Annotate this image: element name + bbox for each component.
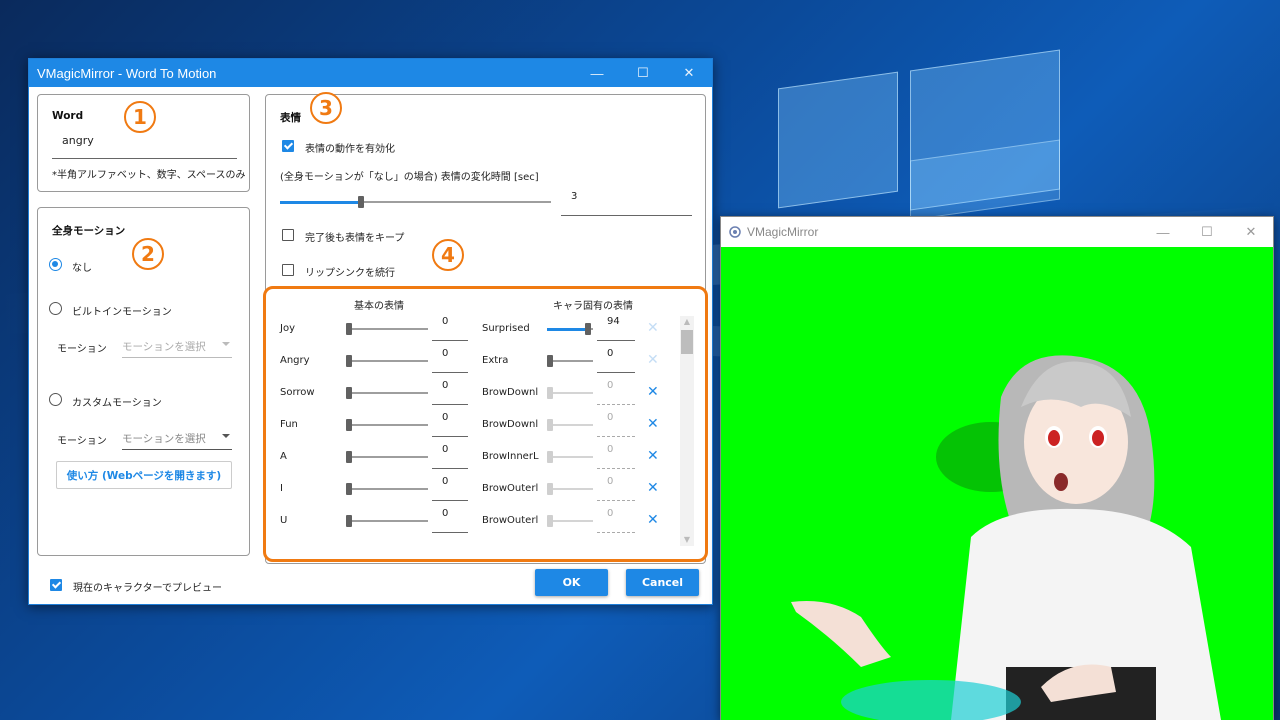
keep-expression-checkbox[interactable] xyxy=(282,229,294,241)
transition-time-slider[interactable] xyxy=(280,196,551,208)
vmagicmirror-window: VMagicMirror — ☐ ✕ xyxy=(720,216,1274,720)
avatar-character xyxy=(791,355,1221,720)
builtin-motion-select[interactable]: モーションを選択 xyxy=(122,338,232,358)
preview-maximize-button[interactable]: ☐ xyxy=(1185,224,1229,240)
app-logo-icon xyxy=(729,226,741,238)
preview-window-title: VMagicMirror xyxy=(747,225,819,239)
radio-builtin-label: ビルトインモーション xyxy=(72,307,172,318)
annotation-marker-3: 3 xyxy=(310,92,342,124)
maximize-button[interactable]: ☐ xyxy=(620,65,666,81)
word-panel-title: Word xyxy=(52,110,84,122)
transition-time-label: (全身モーションが「なし」の場合) 表情の変化時間 [sec] xyxy=(280,172,539,183)
windows-logo xyxy=(778,71,898,209)
lipsync-checkbox[interactable] xyxy=(282,264,294,276)
annotation-marker-1: 1 xyxy=(124,101,156,133)
radio-none-label: なし xyxy=(72,263,92,274)
enable-expression-label: 表情の動作を有効化 xyxy=(305,144,395,155)
close-button[interactable]: ✕ xyxy=(666,65,712,81)
dialog-title: VMagicMirror - Word To Motion xyxy=(37,65,217,81)
preview-minimize-button[interactable]: — xyxy=(1141,225,1185,240)
word-input[interactable]: angry xyxy=(52,131,237,159)
keep-expression-label: 完了後も表情をキープ xyxy=(305,233,405,244)
custom-motion-select[interactable]: モーションを選択 xyxy=(122,430,232,450)
motion-panel-title: 全身モーション xyxy=(52,225,126,237)
ok-button[interactable]: OK xyxy=(535,569,608,596)
slider-thumb[interactable] xyxy=(358,196,364,208)
radio-custom-label: カスタムモーション xyxy=(72,398,162,409)
dialog-titlebar: VMagicMirror - Word To Motion — ☐ ✕ xyxy=(29,59,712,87)
annotation-frame xyxy=(263,286,708,562)
chevron-down-icon xyxy=(222,342,230,346)
word-hint: *半角アルファベット、数字、スペースのみ xyxy=(52,170,246,181)
radio-none[interactable] xyxy=(49,258,62,271)
expression-panel-title: 表情 xyxy=(280,112,301,124)
custom-motion-label: モーション xyxy=(57,436,107,447)
builtin-motion-label: モーション xyxy=(57,344,107,355)
preview-checkbox[interactable] xyxy=(50,579,62,591)
word-to-motion-dialog: VMagicMirror - Word To Motion — ☐ ✕ Word… xyxy=(28,58,713,605)
transition-time-input[interactable]: 3 xyxy=(561,189,692,216)
radio-builtin[interactable] xyxy=(49,302,62,315)
minimize-button[interactable]: — xyxy=(574,66,620,81)
preview-titlebar: VMagicMirror — ☐ ✕ xyxy=(721,217,1273,247)
annotation-marker-4: 4 xyxy=(432,239,464,271)
transition-time-value: 3 xyxy=(571,191,578,202)
preview-close-button[interactable]: ✕ xyxy=(1229,224,1273,240)
builtin-motion-placeholder: モーションを選択 xyxy=(122,341,206,353)
lipsync-label: リップシンクを続行 xyxy=(305,268,395,279)
chevron-down-icon xyxy=(222,434,230,438)
preview-label: 現在のキャラクターでプレビュー xyxy=(73,583,222,594)
annotation-marker-2: 2 xyxy=(132,238,164,270)
custom-motion-placeholder: モーションを選択 xyxy=(122,433,206,445)
enable-expression-checkbox[interactable] xyxy=(282,140,294,152)
cancel-button[interactable]: Cancel xyxy=(626,569,699,596)
avatar-greenscreen xyxy=(721,247,1273,720)
word-input-value: angry xyxy=(62,134,94,147)
help-button[interactable]: 使い方 (Webページを開きます) xyxy=(56,461,232,489)
radio-custom[interactable] xyxy=(49,393,62,406)
